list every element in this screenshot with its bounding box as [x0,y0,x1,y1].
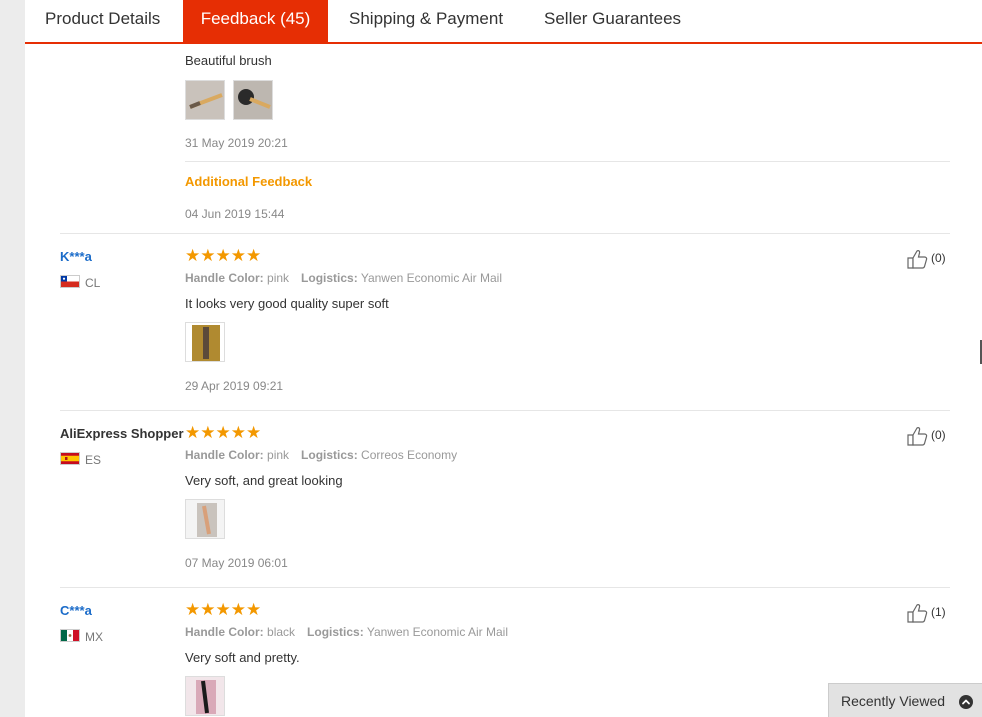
spain-flag-icon [60,452,80,465]
handle-color-value: pink [267,271,290,285]
review-attributes: Handle Color: pink Logistics: Yanwen Econ… [185,271,502,285]
additional-feedback-label: Additional Feedback [185,174,313,189]
chile-flag-icon [60,275,80,288]
feedback-photo[interactable] [185,80,225,120]
reviewer-name[interactable]: K***a [60,249,92,264]
logistics-value: Correos Economy [361,448,458,462]
reviewer-name[interactable]: C***a [60,603,92,618]
star-rating: ★★★★★ [185,423,262,442]
review-attributes: Handle Color: pink Logistics: Correos Eco… [185,448,457,462]
star-rating: ★★★★★ [185,600,262,619]
review-photo[interactable] [185,322,225,362]
chevron-up-icon [959,695,973,709]
tab-bar: Product Details Feedback (45) Shipping &… [25,0,982,44]
handle-color-label: Handle Color: [185,625,264,639]
tab-seller-guarantees[interactable]: Seller Guarantees [544,0,681,40]
review-photo[interactable] [185,676,225,716]
helpful-count: (0) [931,251,946,266]
review-date: 29 Apr 2019 09:21 [185,379,284,393]
logistics-label: Logistics: [301,271,358,285]
handle-color-value: black [267,625,296,639]
recently-viewed-button[interactable]: Recently Viewed [828,683,982,717]
review-date: 07 May 2019 06:01 [185,556,288,570]
reviewer-country: CL [85,276,101,290]
feedback-text: Beautiful brush [185,53,272,68]
mexico-flag-icon [60,629,80,642]
feedback-date: 31 May 2019 20:21 [185,136,288,150]
handle-color-value: pink [267,448,290,462]
logistics-value: Yanwen Economic Air Mail [366,625,508,639]
star-rating: ★★★★★ [185,246,262,265]
thumbs-up-icon [907,604,928,623]
feedback-photo[interactable] [233,80,273,120]
tab-shipping-payment[interactable]: Shipping & Payment [349,0,503,40]
helpful-count: (0) [931,428,946,443]
logistics-label: Logistics: [307,625,364,639]
feedback-list: Beautiful brush 31 May 2019 20:21 Additi… [25,44,982,717]
reviewer-country: MX [85,630,103,644]
divider [60,587,950,588]
divider [185,161,950,162]
helpful-count: (1) [931,605,946,620]
review-text: Very soft, and great looking [185,473,343,488]
divider [60,410,950,411]
helpful-button[interactable]: (0) [907,426,946,446]
review-text: It looks very good quality super soft [185,296,389,311]
thumbs-up-icon [907,250,928,269]
thumbs-up-icon [907,427,928,446]
reviewer-name: AliExpress Shopper [60,426,184,441]
review-text: Very soft and pretty. [185,650,300,665]
logistics-value: Yanwen Economic Air Mail [360,271,502,285]
additional-feedback-date: 04 Jun 2019 15:44 [185,207,285,221]
divider [60,233,950,234]
review-photo[interactable] [185,499,225,539]
helpful-button[interactable]: (1) [907,603,946,623]
reviewer-country: ES [85,453,102,467]
handle-color-label: Handle Color: [185,448,264,462]
review-attributes: Handle Color: black Logistics: Yanwen Eco… [185,625,508,639]
handle-color-label: Handle Color: [185,271,264,285]
tab-product-details[interactable]: Product Details [45,0,160,40]
recently-viewed-label: Recently Viewed [841,693,946,709]
logistics-label: Logistics: [301,448,358,462]
page-left-gutter [0,0,25,717]
tab-feedback[interactable]: Feedback (45) [183,0,328,42]
helpful-button[interactable]: (0) [907,249,946,269]
